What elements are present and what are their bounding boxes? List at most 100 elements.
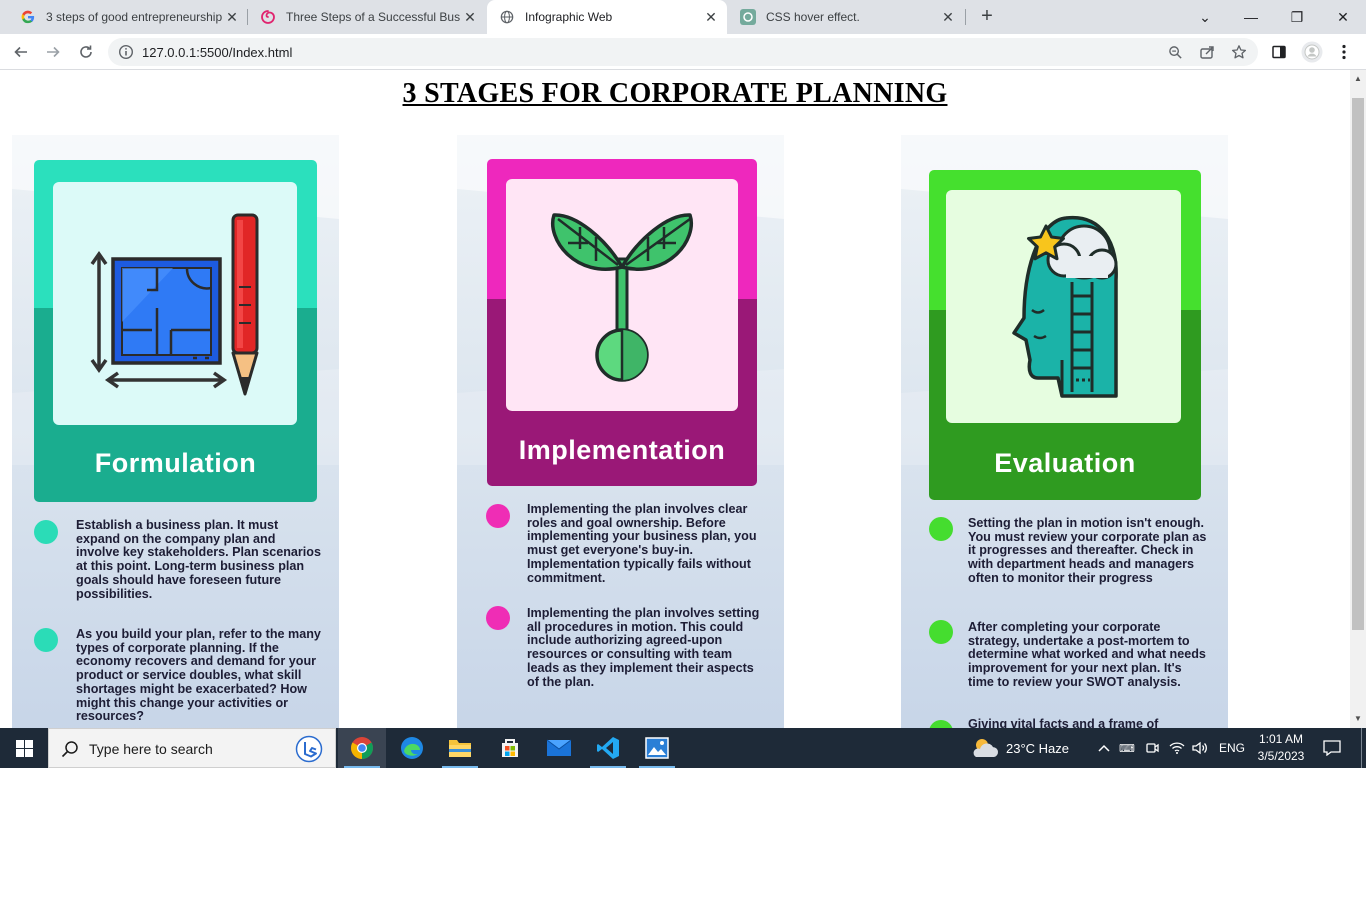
scroll-up-arrow-icon[interactable]: ▲ xyxy=(1354,74,1362,83)
page-scrollbar[interactable]: ▲ ▼ xyxy=(1350,70,1366,728)
card-icon-panel xyxy=(506,179,738,411)
wifi-icon[interactable] xyxy=(1169,728,1185,768)
bullet-dot xyxy=(34,520,58,544)
empty-area-below-screen xyxy=(0,768,1366,919)
google-icon xyxy=(20,9,36,25)
globe-icon xyxy=(499,9,515,25)
stage-card-evaluation: Evaluation xyxy=(929,170,1201,500)
bullet-dot xyxy=(929,517,953,541)
stage-card-formulation: Formulation xyxy=(34,160,317,502)
close-tab-icon[interactable]: ✕ xyxy=(701,9,721,26)
tab-title: Three Steps of a Successful Busin xyxy=(286,10,460,24)
stage-point-text: As you build your plan, refer to the man… xyxy=(76,627,321,724)
taskbar-photos[interactable] xyxy=(633,728,681,768)
close-tab-icon[interactable]: ✕ xyxy=(460,9,480,26)
stage-column-implementation: Implementation Implementing the plan inv… xyxy=(457,135,784,728)
browser-tab-active[interactable]: Infographic Web ✕ xyxy=(487,0,727,34)
clock-time: 1:01 AM xyxy=(1258,732,1304,746)
taskbar-store[interactable] xyxy=(486,728,534,768)
tab-separator xyxy=(965,9,966,25)
close-tab-icon[interactable]: ✕ xyxy=(222,9,242,26)
bullet-dot xyxy=(929,620,953,644)
mail-icon xyxy=(546,739,572,756)
file-explorer-icon xyxy=(449,740,471,757)
bullet-dot xyxy=(486,504,510,528)
clock-date: 3/5/2023 xyxy=(1257,749,1305,763)
browser-tab[interactable]: Three Steps of a Successful Busin ✕ xyxy=(248,0,486,34)
meet-now-icon[interactable] xyxy=(1145,728,1159,768)
browser-toolbar: 127.0.0.1:5500/Index.html xyxy=(0,34,1366,70)
stage-point-text: Implementing the plan involves clear rol… xyxy=(527,502,757,585)
store-icon xyxy=(502,739,518,757)
taskbar-search-box[interactable]: Type here to search xyxy=(48,728,336,768)
stage-label: Evaluation xyxy=(994,448,1136,478)
start-button[interactable] xyxy=(0,728,48,768)
show-hidden-icons-button[interactable] xyxy=(1097,728,1111,768)
share-icon[interactable] xyxy=(1199,44,1215,60)
input-method-icon[interactable]: ⌨ xyxy=(1119,728,1135,768)
stage-column-evaluation: Evaluation Setting the plan in motion is… xyxy=(901,135,1228,728)
close-tab-icon[interactable]: ✕ xyxy=(938,9,958,26)
weather-widget[interactable]: 23°C Haze xyxy=(970,728,1069,768)
stage-card-implementation: Implementation xyxy=(487,159,757,486)
menu-kebab-icon[interactable] xyxy=(1335,43,1353,61)
close-window-button[interactable]: ✕ xyxy=(1320,0,1366,34)
taskbar-clock[interactable]: 1:01 AM 3/5/2023 xyxy=(1250,731,1312,765)
tab-title: Infographic Web xyxy=(525,10,613,24)
show-desktop-button[interactable] xyxy=(1361,728,1362,768)
stage-point-text: Setting the plan in motion isn't enough.… xyxy=(968,516,1207,585)
search-placeholder: Type here to search xyxy=(89,741,213,757)
weather-cloud-sun-icon xyxy=(973,739,999,757)
scrollbar-thumb[interactable] xyxy=(1352,98,1364,630)
site-info-icon[interactable] xyxy=(118,44,134,60)
reload-button[interactable] xyxy=(74,40,98,64)
volume-icon[interactable] xyxy=(1192,728,1208,768)
new-tab-button[interactable]: + xyxy=(976,5,998,27)
chrome-icon xyxy=(351,737,373,759)
scroll-down-arrow-icon[interactable]: ▼ xyxy=(1354,714,1362,723)
stage-point-text: After completing your corporate strategy… xyxy=(968,620,1206,689)
bullet-dot xyxy=(929,720,953,728)
address-bar[interactable]: 127.0.0.1:5500/Index.html xyxy=(108,38,1258,66)
notifications-icon[interactable] xyxy=(1323,728,1341,768)
tab-title: 3 steps of good entrepreneurship xyxy=(46,10,222,24)
card-icon-panel xyxy=(946,190,1181,423)
language-indicator[interactable]: ENG xyxy=(1219,728,1245,768)
tab-title: CSS hover effect. xyxy=(766,10,860,24)
bing-icon[interactable] xyxy=(295,735,323,763)
windows-logo-icon xyxy=(15,739,33,757)
bullet-dot xyxy=(34,628,58,652)
taskbar-vscode[interactable] xyxy=(584,728,632,768)
browser-tab-strip: 3 steps of good entrepreneurship ✕ Three… xyxy=(0,0,1366,34)
stage-column-formulation: Formulation Establish a business plan. I… xyxy=(12,135,339,728)
restore-button[interactable]: ❐ xyxy=(1274,0,1320,34)
taskbar-file-explorer[interactable] xyxy=(436,728,484,768)
chatgpt-icon xyxy=(740,9,756,25)
weather-text: 23°C Haze xyxy=(1006,740,1070,756)
side-panel-icon[interactable] xyxy=(1270,43,1288,61)
profile-avatar-icon[interactable] xyxy=(1301,41,1323,63)
bookmark-star-icon[interactable] xyxy=(1231,44,1247,60)
search-icon xyxy=(61,740,79,758)
stage-point-text: Establish a business plan. It must expan… xyxy=(76,518,322,601)
stage-label: Formulation xyxy=(94,448,257,478)
edge-icon xyxy=(401,737,423,759)
stage-point-text: Giving vital facts and a frame of xyxy=(968,717,1159,728)
zoom-icon[interactable] xyxy=(1167,44,1183,60)
card-icon-panel xyxy=(53,182,297,425)
tab-search-button[interactable]: ⌄ xyxy=(1182,0,1228,34)
page-title: 3 STAGES FOR CORPORATE PLANNING xyxy=(402,78,948,109)
photos-icon xyxy=(645,737,669,759)
minimize-button[interactable]: — xyxy=(1228,0,1274,34)
taskbar-chrome[interactable] xyxy=(338,728,386,768)
bullet-dot xyxy=(486,606,510,630)
sprout-icon xyxy=(551,213,693,382)
chevron-up-icon xyxy=(1098,744,1110,752)
browser-tab[interactable]: CSS hover effect. ✕ xyxy=(728,0,964,34)
back-button[interactable] xyxy=(9,40,33,64)
browser-tab[interactable]: 3 steps of good entrepreneurship ✕ xyxy=(8,0,248,34)
stage-point-text: Implementing the plan involves setting a… xyxy=(527,606,760,689)
forward-button[interactable] xyxy=(41,40,65,64)
taskbar-edge[interactable] xyxy=(388,728,436,768)
taskbar-mail[interactable] xyxy=(535,728,583,768)
